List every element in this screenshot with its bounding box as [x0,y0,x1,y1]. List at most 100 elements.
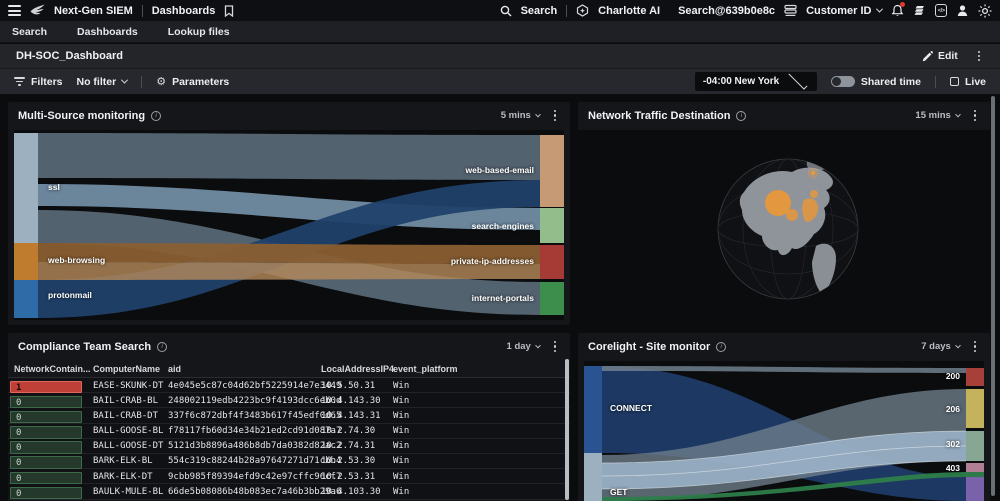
sankey-node-private-ip-addresses[interactable] [540,245,564,279]
contained-status-cell: 0 [10,472,82,485]
shared-time-control[interactable]: Shared time [831,76,921,88]
platform-value: Win [393,441,409,451]
table-row[interactable]: 0 BALL-GOOSE-BL f78117fb60d34e34b21ed2cd… [8,424,570,439]
sankey-node-200[interactable] [966,368,984,386]
info-icon[interactable] [736,111,746,121]
bookmark-icon[interactable] [224,5,234,17]
info-icon[interactable] [157,342,167,352]
col-local-address[interactable]: LocalAddressIP4 [321,364,394,374]
sankey-node-403[interactable] [966,463,984,472]
sankey-node-web-browsing[interactable] [14,243,38,280]
sankey-node-green[interactable] [966,472,984,477]
table-row[interactable]: 0 BARK-ELK-BL 554c319c88244b28a97647271d… [8,454,570,469]
time-range-select[interactable]: 15 mins [915,110,959,121]
notification-badge [900,2,905,7]
sankey-node-search-engines[interactable] [540,208,564,243]
contained-status-cell: 0 [10,487,82,500]
sankey-node-ssl[interactable] [14,133,38,243]
table-scrollbar[interactable] [565,359,569,500]
sankey-node-purple[interactable] [966,477,984,501]
flow-web-browsing-private-ip-2 [38,262,540,280]
sankey-node-protonmail[interactable] [14,280,38,318]
globe-svg[interactable] [578,130,990,325]
pencil-icon [922,51,933,62]
col-computer-name[interactable]: ComputerName [93,364,160,374]
timezone-select[interactable]: -04:00 New York [695,72,817,91]
page-title: DH-SOC_Dashboard [16,50,123,62]
sankey-node-web-based-email[interactable] [540,135,564,207]
filter-value: No filter [77,76,117,88]
ip-value: 10.2.53.31 [321,472,375,482]
sankey-node-206[interactable] [966,389,984,428]
tab-lookup-files[interactable]: Lookup files [168,26,230,38]
info-icon[interactable] [151,111,161,121]
section-label[interactable]: Dashboards [152,5,216,17]
filters-button[interactable]: Filters [14,76,63,88]
table-row[interactable]: 0 BAULK-MULE-BL 66de5b08086b48b083ec7a46… [8,484,570,499]
code-console-icon[interactable] [935,4,947,17]
col-event-platform[interactable]: event_platform [393,364,458,374]
theme-sun-icon[interactable] [978,4,992,18]
divider [141,76,142,88]
dashboard-title-bar: DH-SOC_Dashboard Edit [0,44,1000,68]
sankey-node-302[interactable] [966,431,984,461]
aid-value: 248002119edb4223bc9f4193dcc6eb0d [168,396,341,406]
table-row[interactable]: 0 BAIL-CRAB-BL 248002119edb4223bc9f4193d… [8,393,570,408]
sankey-node-internet-portals[interactable] [540,282,564,315]
search-icon[interactable] [500,5,512,17]
sankey-chart-multi-source: ssl web-browsing protonmail web-based-em… [14,130,564,320]
panel-kebab-menu[interactable] [970,339,980,354]
flow-web-browsing-private-ip [38,243,540,264]
live-checkbox[interactable] [950,77,959,86]
col-network-contain[interactable]: NetworkContain... [14,364,91,374]
platform-value: Win [393,396,409,406]
global-search-label[interactable]: Search [521,5,558,17]
hamburger-menu-icon[interactable] [8,5,21,16]
parameters-button[interactable]: Parameters [156,75,229,88]
tab-search[interactable]: Search [12,26,47,38]
live-control[interactable]: Live [950,76,986,88]
session-label[interactable]: Search@639b0e8c [678,5,775,17]
ip-value: 10.5.50.31 [321,381,375,391]
time-range-select[interactable]: 7 days [921,341,960,352]
table-row[interactable]: 0 BALL-GOOSE-DT 5121d3b8896a486b8db7da03… [8,439,570,454]
sankey-node-connect[interactable] [584,366,602,453]
dashboard-kebab-menu[interactable] [974,49,984,64]
time-range-select[interactable]: 1 day [507,341,540,352]
notifications-bell-icon[interactable] [891,4,904,17]
live-label: Live [965,76,986,88]
panel-kebab-menu[interactable] [550,339,560,354]
info-icon[interactable] [716,342,726,352]
contained-status-cell: 0 [10,396,82,409]
sankey-node-get[interactable] [584,453,602,501]
panel-kebab-menu[interactable] [550,108,560,123]
shared-time-toggle[interactable] [831,76,855,87]
table-row[interactable]: 0 BAIL-CRAB-DT 337f6c872dbf4f3483b617f45… [8,408,570,423]
panel-title: Multi-Source monitoring [18,110,145,122]
col-aid[interactable]: aid [168,364,181,374]
contained-status-cell: 0 [10,456,82,469]
table-row[interactable]: 0 BARK-ELK-DT 9cbb985f89394efd9c42e97cff… [8,469,570,484]
platform-value: Win [393,472,409,482]
table-row[interactable]: 1 EASE-SKUNK-DT 4e045e5c87c04d62bf522591… [8,378,570,393]
edit-button[interactable]: Edit [922,50,958,62]
repository-icon[interactable] [784,4,797,17]
platform-value: Win [393,381,409,391]
divider [935,76,936,88]
panel-kebab-menu[interactable] [970,108,980,123]
table-body: 1 EASE-SKUNK-DT 4e045e5c87c04d62bf522591… [8,378,570,500]
time-range-value: 1 day [507,341,531,352]
filter-value-dropdown[interactable]: No filter [77,76,128,88]
tab-dashboards[interactable]: Dashboards [77,26,138,38]
assistant-label[interactable]: Charlotte AI [598,5,660,17]
user-icon[interactable] [956,4,969,17]
stack-icon[interactable] [913,4,926,17]
page-scrollbar[interactable] [991,96,995,496]
contained-status-cell: 1 [10,381,82,394]
customer-id-dropdown[interactable]: Customer ID [806,5,882,17]
filter-funnel-icon [14,77,25,86]
computer-name: BAULK-MULE-BL [93,487,163,497]
gear-icon [156,75,166,88]
time-range-select[interactable]: 5 mins [501,110,540,121]
panel-header: Network Traffic Destination 15 mins [578,102,990,129]
